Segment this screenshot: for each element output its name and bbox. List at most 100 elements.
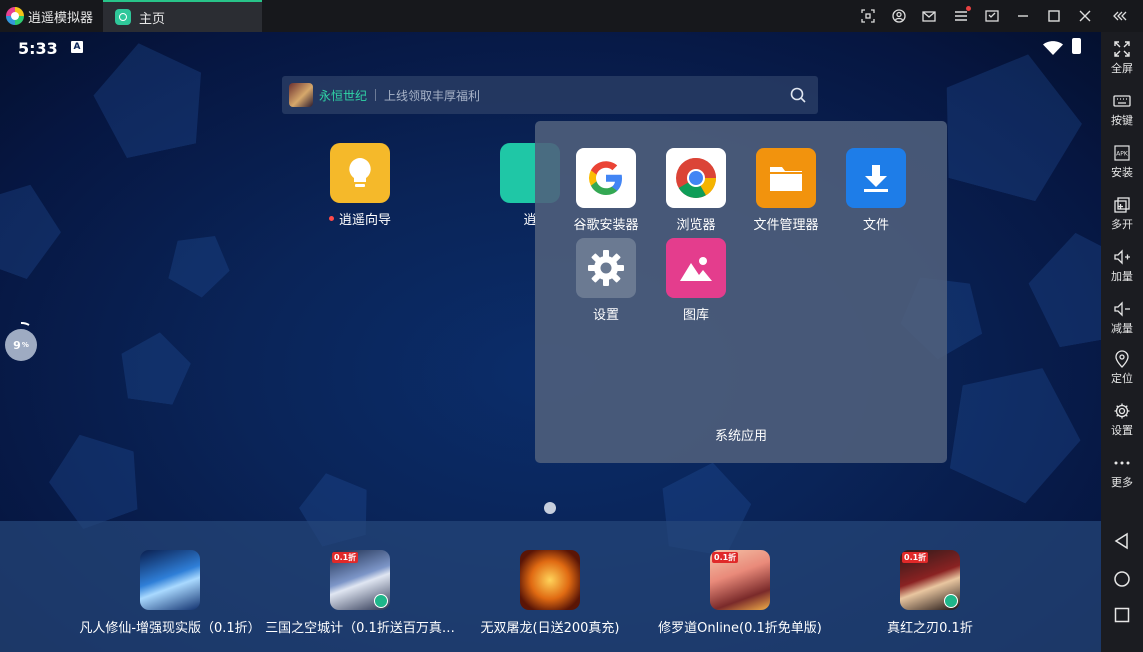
apk-icon: APK — [1114, 145, 1130, 161]
system-apps-folder: 谷歌安装器 浏览器 文件管理器 文件 设置 图库 系统应用 — [535, 121, 947, 463]
game-avatar-icon — [289, 83, 313, 107]
search-bar[interactable]: 永恒世纪 上线领取丰厚福利 — [282, 76, 818, 114]
menu-icon[interactable] — [953, 6, 971, 24]
settings-gear-icon — [576, 238, 636, 298]
collapse-icon[interactable] — [1112, 8, 1128, 24]
title-bar: 逍遥模拟器 主页 — [0, 0, 1143, 32]
location-icon — [1115, 350, 1129, 368]
mail-icon[interactable] — [921, 8, 937, 24]
folder-app-label: 图库 — [682, 308, 709, 323]
tab-home[interactable]: 主页 — [103, 0, 262, 32]
sidebar-item-settings[interactable]: 设置 — [1101, 402, 1143, 438]
download-icon — [846, 148, 906, 208]
dock-app[interactable]: 0.1折 三国之空城计（0.1折送百万真… — [260, 550, 460, 636]
sidebar-item-label: 按键 — [1111, 114, 1133, 127]
folder-app-label: 谷歌安装器 — [573, 218, 639, 233]
chrome-icon — [666, 148, 726, 208]
sidebar-item-label: 更多 — [1111, 476, 1133, 489]
discount-badge: 0.1折 — [332, 552, 359, 563]
dock-app-label: 凡人修仙-增强现实版（0.1折） — [79, 621, 261, 636]
sidebar-item-volume-up[interactable]: 加量 — [1101, 248, 1143, 284]
fullscreen-icon — [1114, 41, 1130, 57]
folder-app-label: 设置 — [592, 308, 619, 323]
desktop-app-guide[interactable]: 逍遥向导 — [320, 143, 400, 228]
folder-app-label: 浏览器 — [676, 218, 716, 233]
screenshot-icon[interactable] — [860, 8, 876, 24]
svg-text:APK: APK — [1116, 151, 1129, 158]
dock-app[interactable]: 无双屠龙(日送200真充) — [450, 550, 650, 636]
close-icon[interactable] — [1077, 8, 1093, 24]
bg-shape — [0, 169, 73, 284]
multi-instance-icon — [1114, 197, 1130, 213]
sidebar-item-keymap[interactable]: 按键 — [1101, 92, 1143, 128]
folder-app-label: 文件 — [862, 218, 889, 233]
sidebar-item-label: 全屏 — [1111, 62, 1133, 75]
folder-app-settings[interactable]: 设置 — [561, 238, 651, 323]
game-icon: 0.1折 — [710, 550, 770, 610]
page-indicator[interactable] — [544, 502, 556, 514]
folder-app-file-manager[interactable]: 文件管理器 — [741, 148, 831, 233]
minimize-icon[interactable] — [1015, 8, 1031, 24]
gear-icon — [1114, 403, 1130, 419]
home-icon[interactable] — [1113, 570, 1131, 588]
dock-app-label: 真红之刃0.1折 — [887, 621, 973, 636]
tab-home-label: 主页 — [139, 11, 166, 27]
bg-shape — [115, 327, 194, 406]
emulator-sidebar: 全屏 按键 APK 安装 多开 加量 减量 定位 设置 更多 — [1101, 32, 1143, 652]
search-icon[interactable] — [790, 87, 806, 107]
sync-icon[interactable] — [984, 8, 1000, 24]
app-tab[interactable]: 逍遥模拟器 — [0, 0, 103, 32]
sidebar-item-fullscreen[interactable]: 全屏 — [1101, 40, 1143, 76]
sidebar-item-install[interactable]: APK 安装 — [1101, 144, 1143, 180]
dock-app[interactable]: 凡人修仙-增强现实版（0.1折） — [70, 550, 270, 636]
game-icon — [520, 550, 580, 610]
desktop-app-label: 逍遥向导 — [338, 213, 391, 228]
a-indicator-icon: A — [71, 41, 83, 53]
sidebar-item-multi[interactable]: 多开 — [1101, 196, 1143, 232]
keyboard-icon — [1113, 95, 1131, 107]
new-badge-dot — [328, 216, 334, 221]
maximize-icon[interactable] — [1046, 8, 1062, 24]
folder-app-browser[interactable]: 浏览器 — [651, 148, 741, 233]
app-logo-icon — [6, 7, 24, 25]
game-icon: 0.1折 — [900, 550, 960, 610]
dock-app[interactable]: 0.1折 真红之刃0.1折 — [830, 550, 1030, 636]
folder-app-gallery[interactable]: 图库 — [651, 238, 741, 323]
sidebar-item-location[interactable]: 定位 — [1101, 350, 1143, 386]
volume-up-icon — [1114, 249, 1130, 265]
user-icon[interactable] — [891, 8, 907, 24]
sidebar-item-label: 减量 — [1111, 322, 1133, 335]
game-icon — [140, 550, 200, 610]
bg-shape — [159, 221, 241, 303]
folder-title: 系统应用 — [714, 429, 767, 444]
status-clock: 5:33 — [18, 39, 58, 58]
bg-shape — [37, 419, 152, 534]
back-icon[interactable] — [1113, 532, 1131, 550]
battery-icon — [1072, 38, 1081, 54]
search-game-name: 永恒世纪 — [319, 88, 368, 103]
sidebar-item-label: 加量 — [1111, 270, 1133, 283]
lightbulb-icon — [330, 143, 390, 203]
more-icon — [1114, 461, 1130, 465]
status-bar: 5:33 A — [0, 32, 1101, 62]
recents-icon[interactable] — [1113, 606, 1131, 624]
progress-value: 9 — [13, 338, 21, 352]
sidebar-item-volume-down[interactable]: 减量 — [1101, 300, 1143, 336]
dock-app-label: 三国之空城计（0.1折送百万真… — [265, 621, 455, 636]
folder-icon — [756, 148, 816, 208]
search-hint: 上线领取丰厚福利 — [384, 88, 481, 103]
dock-app[interactable]: 0.1折 修罗道Online(0.1折免单版) — [640, 550, 840, 636]
android-screen: 5:33 A 永恒世纪 上线领取丰厚福利 逍遥向导 逍 谷歌安装器 浏览器 文件… — [0, 32, 1101, 652]
folder-app-files[interactable]: 文件 — [831, 148, 921, 233]
sidebar-item-more[interactable]: 更多 — [1101, 454, 1143, 490]
bg-shape — [1021, 223, 1101, 350]
sidebar-item-label: 多开 — [1111, 218, 1133, 231]
home-tab-icon — [115, 9, 131, 25]
game-icon: 0.1折 — [330, 550, 390, 610]
volume-down-icon — [1114, 301, 1130, 317]
game-dock: 凡人修仙-增强现实版（0.1折） 0.1折 三国之空城计（0.1折送百万真… 无… — [0, 521, 1101, 652]
folder-app-google-installer[interactable]: 谷歌安装器 — [561, 148, 651, 233]
google-icon — [576, 148, 636, 208]
speed-progress-badge[interactable]: 9% — [5, 329, 37, 361]
platform-badge-icon — [944, 594, 958, 608]
